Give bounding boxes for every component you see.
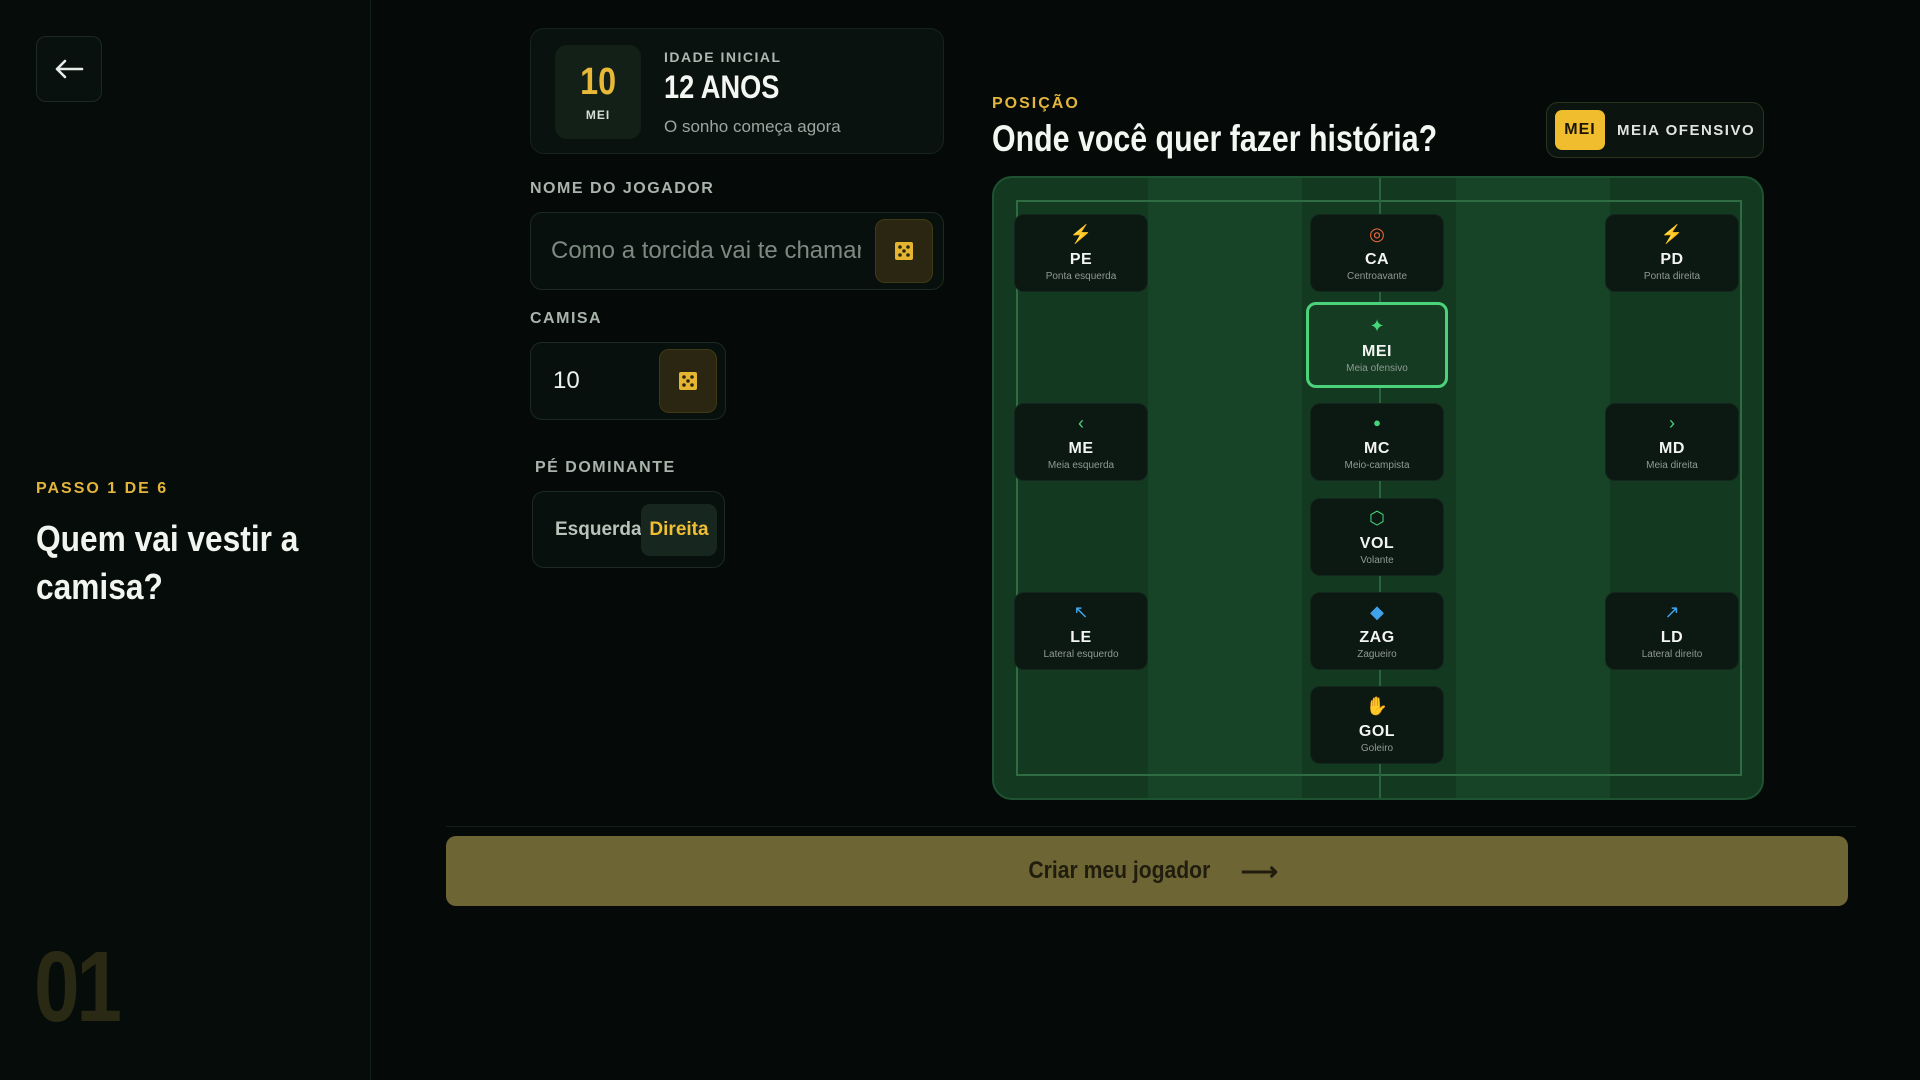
- position-card-le[interactable]: ↖ LE Lateral esquerdo: [1014, 592, 1148, 670]
- lightning-icon: ⚡: [1660, 223, 1684, 244]
- sparkle-icon: ✦: [1369, 315, 1385, 336]
- position-code: PE: [1069, 250, 1093, 268]
- position-desc: Meia ofensivo: [1346, 362, 1408, 374]
- dice-icon: [895, 242, 913, 260]
- position-card-md[interactable]: › MD Meia direita: [1605, 403, 1739, 481]
- create-player-button[interactable]: Criar meu jogador ⟶: [446, 836, 1848, 906]
- position-code: MD: [1659, 439, 1685, 457]
- create-player-label: Criar meu jogador: [1028, 857, 1211, 884]
- dot-icon: ●: [1373, 414, 1381, 430]
- random-jersey-button[interactable]: [659, 349, 717, 413]
- divider: [446, 826, 1856, 827]
- back-button[interactable]: [36, 36, 102, 102]
- position-desc: Lateral esquerdo: [1043, 648, 1119, 660]
- diamond-icon: ◆: [1370, 601, 1384, 622]
- position-card-mc[interactable]: ● MC Meio-campista: [1310, 403, 1444, 481]
- glove-icon: ✋: [1365, 695, 1389, 716]
- position-desc: Ponta direita: [1643, 270, 1701, 282]
- position-card-gol[interactable]: ✋ GOL Goleiro: [1310, 686, 1444, 764]
- jersey-label: CAMISA: [530, 310, 603, 327]
- position-desc: Goleiro: [1360, 742, 1394, 754]
- position-desc: Volante: [1360, 554, 1394, 566]
- position-code: LE: [1070, 628, 1092, 646]
- dice-icon: [679, 372, 697, 390]
- badge-position: MEI: [585, 108, 611, 122]
- selected-position-name: MEIA OFENSIVO: [1617, 121, 1756, 139]
- position-code: CA: [1364, 250, 1390, 268]
- position-title: Onde você quer fazer história?: [992, 118, 1438, 159]
- position-card-ca[interactable]: ◎ CA Centroavante: [1310, 214, 1444, 292]
- badge-number: 10: [580, 61, 616, 103]
- position-desc: Lateral direito: [1641, 648, 1703, 660]
- player-name-label: NOME DO JOGADOR: [530, 180, 715, 197]
- position-code: ME: [1068, 439, 1094, 457]
- position-desc: Zagueiro: [1357, 648, 1397, 660]
- foot-option-right[interactable]: Direita: [641, 504, 717, 556]
- player-name-field: [530, 212, 944, 290]
- position-card-vol[interactable]: ⬡ VOL Volante: [1310, 498, 1444, 576]
- hexagon-icon: ⬡: [1369, 507, 1385, 528]
- position-card-me[interactable]: ‹ ME Meia esquerda: [1014, 403, 1148, 481]
- position-card-zag[interactable]: ◆ ZAG Zagueiro: [1310, 592, 1444, 670]
- position-code: PD: [1660, 250, 1684, 268]
- position-card-pd[interactable]: ⚡ PD Ponta direita: [1605, 214, 1739, 292]
- dominant-foot-toggle: Esquerda Direita: [532, 491, 725, 568]
- position-desc: Ponta esquerda: [1045, 270, 1117, 282]
- step-title: Quem vai vestir a camisa?: [36, 518, 299, 607]
- age-kicker: IDADE INICIAL: [664, 49, 782, 65]
- position-card-ld[interactable]: ↗ LD Lateral direito: [1605, 592, 1739, 670]
- arrow-left-icon: [55, 59, 84, 79]
- position-card-mei[interactable]: ✦ MEI Meia ofensivo: [1306, 302, 1448, 388]
- age-subtitle: O sonho começa agora: [664, 117, 841, 136]
- selected-position-badge: MEI MEIA OFENSIVO: [1546, 102, 1764, 158]
- age-value: 12 ANOS: [664, 69, 780, 105]
- arrow-right-icon: ⟶: [1240, 855, 1278, 886]
- player-name-input[interactable]: [551, 213, 861, 289]
- position-desc: Centroavante: [1346, 270, 1408, 282]
- position-code: GOL: [1358, 722, 1396, 740]
- position-desc: Meio-campista: [1344, 459, 1410, 471]
- step-label: PASSO 1 DE 6: [36, 480, 169, 497]
- position-code: MC: [1364, 439, 1390, 457]
- football-pitch: ⚡ PE Ponta esquerda ◎ CA Centroavante ⚡ …: [992, 176, 1764, 800]
- arrow-up-left-icon: ↖: [1073, 601, 1089, 622]
- position-code: ZAG: [1359, 628, 1395, 646]
- position-code: VOL: [1359, 534, 1395, 552]
- chevron-left-icon: ‹: [1078, 412, 1084, 433]
- random-name-button[interactable]: [875, 219, 933, 283]
- position-kicker: POSIÇÃO: [992, 95, 1080, 112]
- target-icon: ◎: [1369, 223, 1385, 244]
- position-card-pe[interactable]: ⚡ PE Ponta esquerda: [1014, 214, 1148, 292]
- chevron-right-icon: ›: [1669, 412, 1675, 433]
- selected-position-code: MEI: [1555, 110, 1605, 150]
- lightning-icon: ⚡: [1069, 223, 1093, 244]
- jersey-field: [530, 342, 726, 420]
- dominant-foot-label: PÉ DOMINANTE: [535, 459, 676, 476]
- jersey-number-input[interactable]: [553, 343, 653, 419]
- position-desc: Meia direita: [1646, 459, 1698, 471]
- position-code: MEI: [1362, 342, 1392, 360]
- position-desc: Meia esquerda: [1047, 459, 1115, 471]
- arrow-up-right-icon: ↗: [1664, 601, 1680, 622]
- left-rail: PASSO 1 DE 6 Quem vai vestir a camisa? 0…: [0, 0, 371, 1080]
- position-code: LD: [1660, 628, 1684, 646]
- age-card: 10 MEI IDADE INICIAL 12 ANOS O sonho com…: [530, 28, 944, 154]
- step-number: 01: [34, 931, 122, 1043]
- foot-option-left[interactable]: Esquerda: [547, 508, 650, 552]
- jersey-badge: 10 MEI: [555, 45, 641, 139]
